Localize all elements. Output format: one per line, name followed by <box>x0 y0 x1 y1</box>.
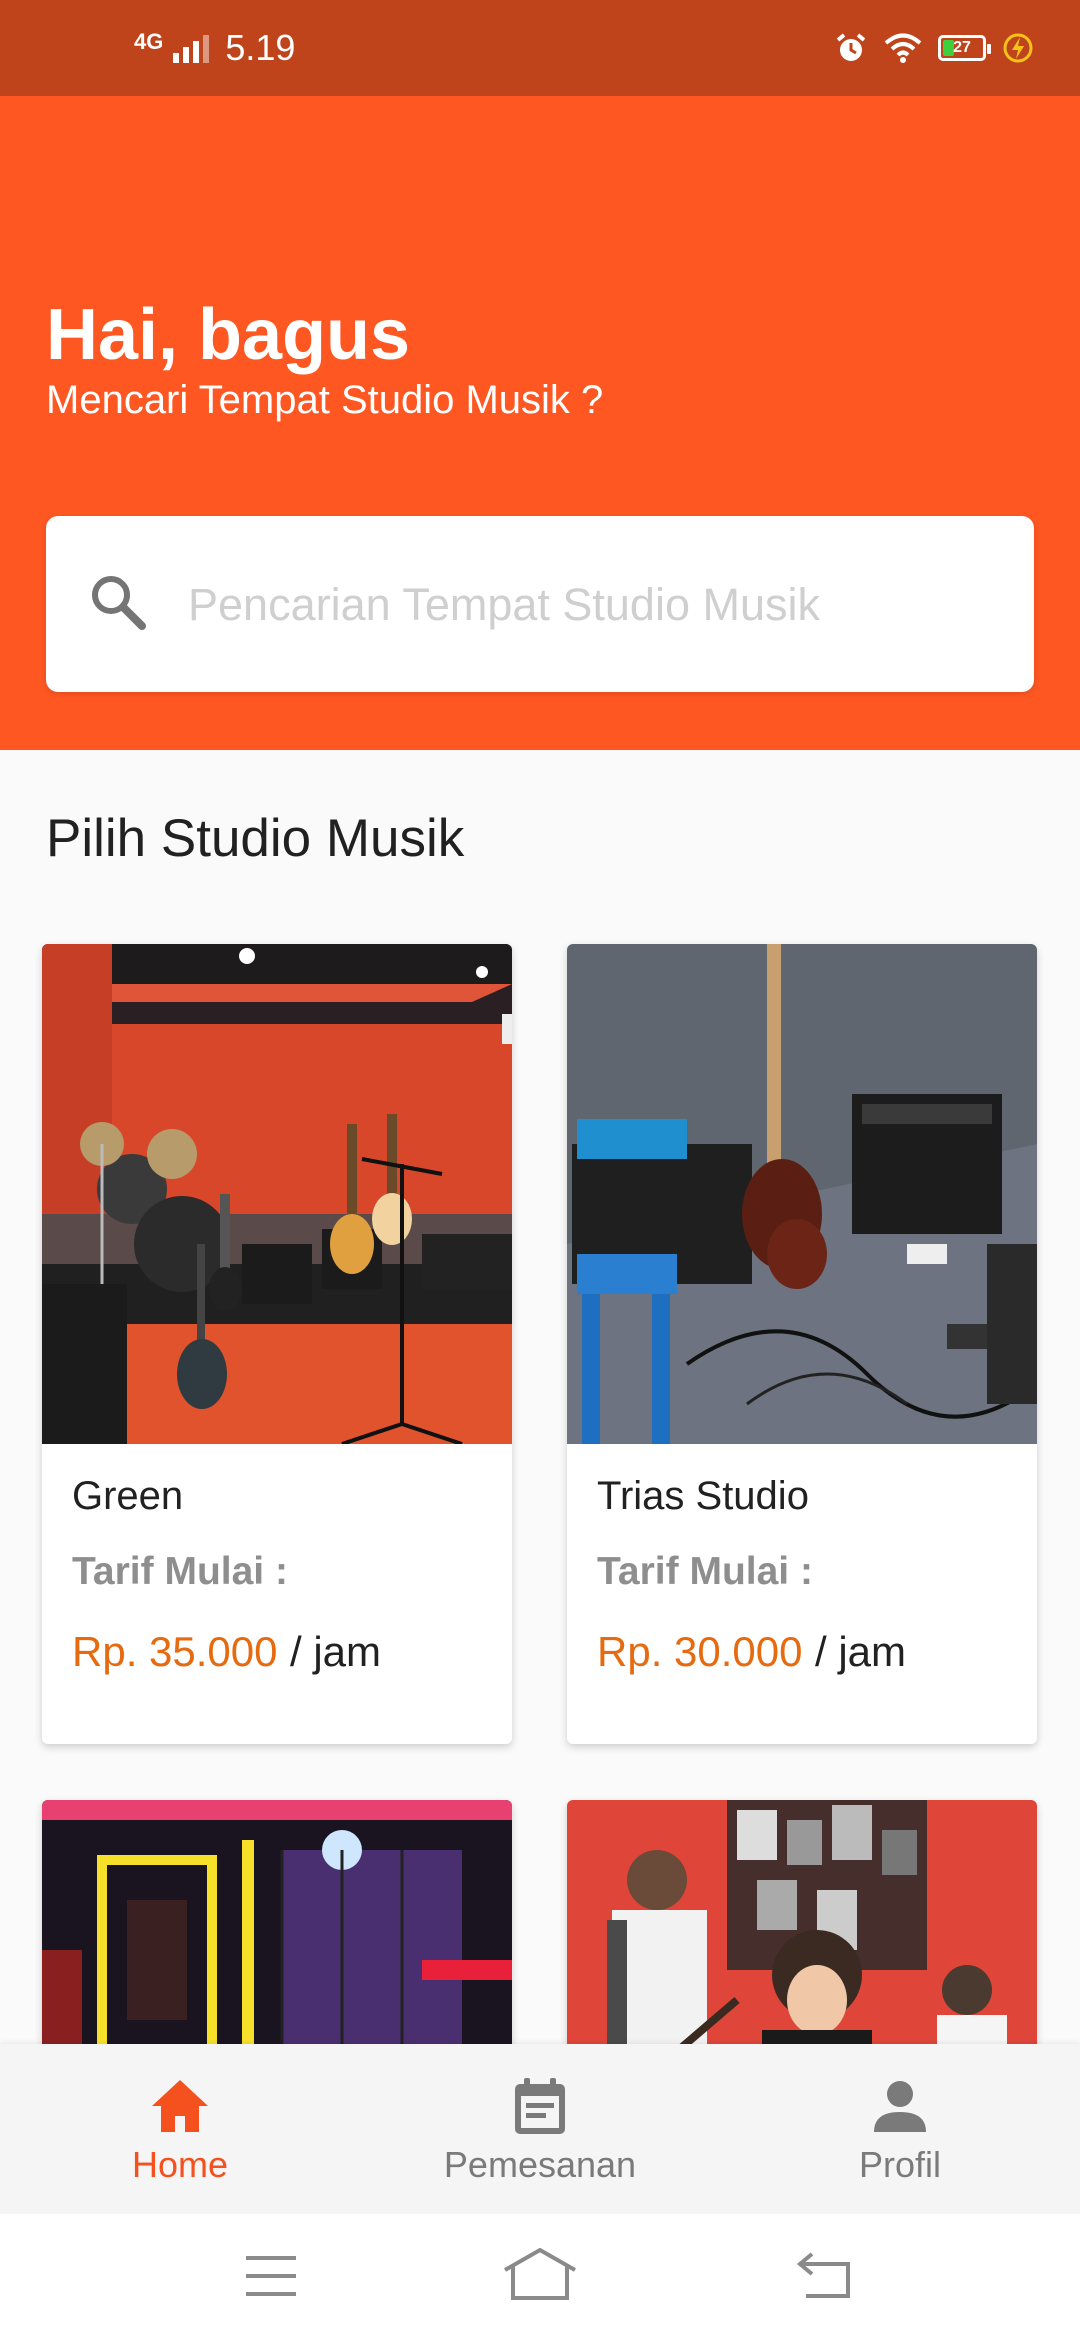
signal-icon <box>173 33 210 63</box>
studio-card[interactable]: Trias Studio Tarif Mulai : Rp. 30.000 / … <box>567 944 1037 1744</box>
nav-label: Profil <box>858 2144 942 2185</box>
studio-photo <box>567 944 1037 1444</box>
charging-icon <box>1003 33 1033 63</box>
tarif-label: Tarif Mulai : <box>597 1550 813 1593</box>
bottom-nav: Home Pemesanan Profil <box>0 2044 1080 2214</box>
greeting-title: Hai, bagus <box>46 295 411 375</box>
status-left: 4G 5.19 <box>134 0 295 96</box>
menu-icon[interactable] <box>244 2254 298 2298</box>
studio-name: Green <box>72 1474 184 1518</box>
search-icon <box>92 576 146 630</box>
tarif-label: Tarif Mulai : <box>72 1550 288 1593</box>
section-title: Pilih Studio Musik <box>46 809 465 868</box>
nav-profil[interactable]: Profil <box>720 2044 1080 2214</box>
network-type: 4G <box>134 29 164 54</box>
price-unit: / jam <box>815 1628 907 1675</box>
back-icon[interactable] <box>796 2252 852 2300</box>
header: Hai, bagus Mencari Tempat Studio Musik ? <box>0 96 1080 750</box>
person-icon <box>874 2081 926 2132</box>
nav-pemesanan[interactable]: Pemesanan <box>360 2044 720 2214</box>
price-unit: / jam <box>290 1628 382 1675</box>
studio-price: Rp. 35.000 <box>72 1628 278 1675</box>
studio-card[interactable]: Green Tarif Mulai : Rp. 35.000 / jam <box>42 944 512 1744</box>
search-bar[interactable] <box>46 516 1034 692</box>
studio-name: Trias Studio <box>597 1474 809 1518</box>
studio-photo <box>42 944 512 1444</box>
clock: 5.19 <box>225 27 296 68</box>
status-right: 27 <box>834 0 1034 96</box>
system-nav-bar <box>0 2214 1080 2340</box>
status-bar: 4G 5.19 27 <box>0 0 1080 96</box>
home-nav-icon[interactable] <box>503 2248 577 2304</box>
nav-home[interactable]: Home <box>0 2044 360 2214</box>
alarm-icon <box>836 33 866 61</box>
studio-price: Rp. 30.000 <box>597 1628 803 1675</box>
calendar-icon <box>515 2078 565 2134</box>
search-input[interactable] <box>186 556 990 654</box>
home-icon <box>152 2080 208 2132</box>
nav-label: Home <box>131 2144 229 2185</box>
nav-label: Pemesanan <box>443 2144 637 2185</box>
greeting-subtitle: Mencari Tempat Studio Musik ? <box>46 378 604 422</box>
battery-level: 27 <box>953 39 971 56</box>
wifi-icon <box>884 33 922 63</box>
battery-icon: 27 <box>938 35 991 61</box>
